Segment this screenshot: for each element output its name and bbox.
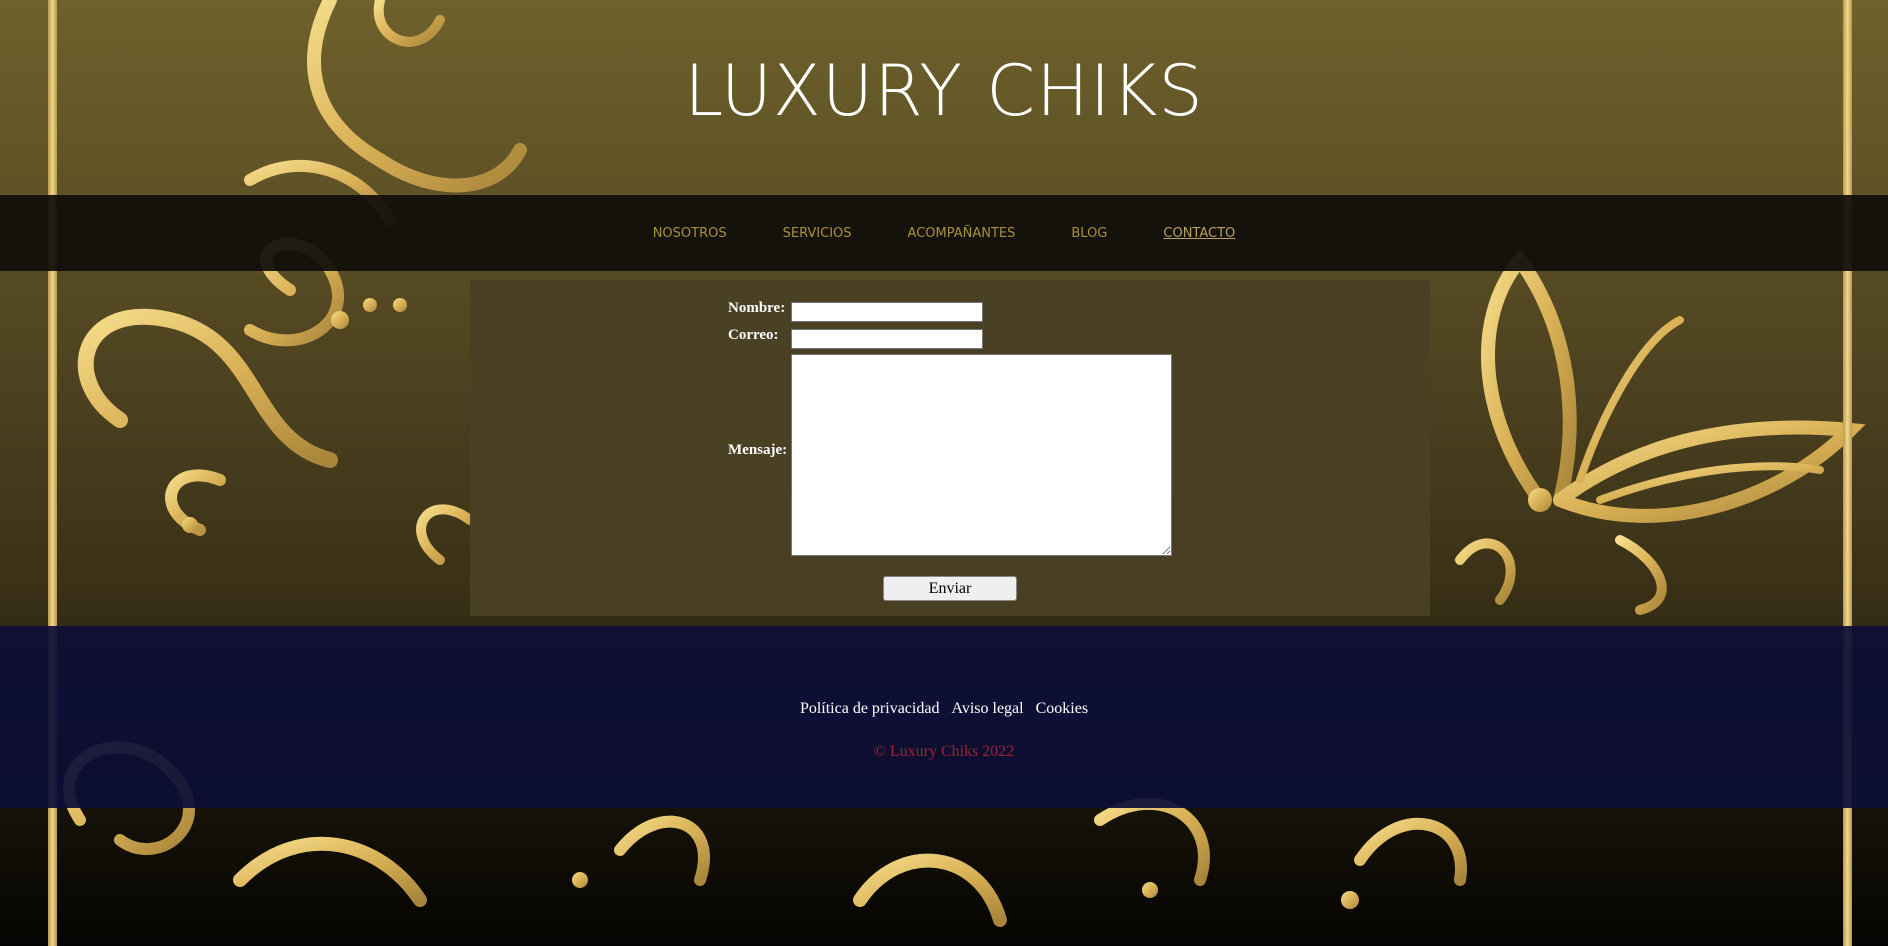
contact-form-panel: Nombre: Correo: Mensaje: Enviar (470, 280, 1430, 616)
privacy-policy-link[interactable]: Política de privacidad (800, 700, 940, 717)
message-label: Mensaje: (728, 442, 788, 458)
nav-item-acompanantes[interactable]: ACOMPAÑANTES (908, 226, 1016, 241)
nav-item-contacto[interactable]: CONTACTO (1163, 226, 1235, 241)
name-field[interactable] (791, 302, 983, 322)
nav-item-blog[interactable]: BLOG (1071, 226, 1107, 241)
footer-links: Política de privacidad Aviso legal Cooki… (0, 700, 1888, 718)
site-title: LUXURY CHIKS (684, 50, 1204, 132)
email-field[interactable] (791, 329, 983, 349)
legal-notice-link[interactable]: Aviso legal (951, 700, 1023, 717)
main-navbar: NOSOTROS SERVICIOS ACOMPAÑANTES BLOG CON… (0, 195, 1888, 271)
submit-button[interactable]: Enviar (883, 576, 1017, 601)
message-textarea[interactable] (791, 354, 1172, 556)
site-footer: Política de privacidad Aviso legal Cooki… (0, 626, 1888, 808)
cookies-link[interactable]: Cookies (1036, 700, 1088, 717)
name-label: Nombre: (728, 300, 786, 316)
email-label: Correo: (728, 327, 779, 343)
nav-item-nosotros[interactable]: NOSOTROS (653, 226, 727, 241)
nav-item-servicios[interactable]: SERVICIOS (783, 226, 852, 241)
copyright-text: © Luxury Chiks 2022 (873, 743, 1015, 760)
